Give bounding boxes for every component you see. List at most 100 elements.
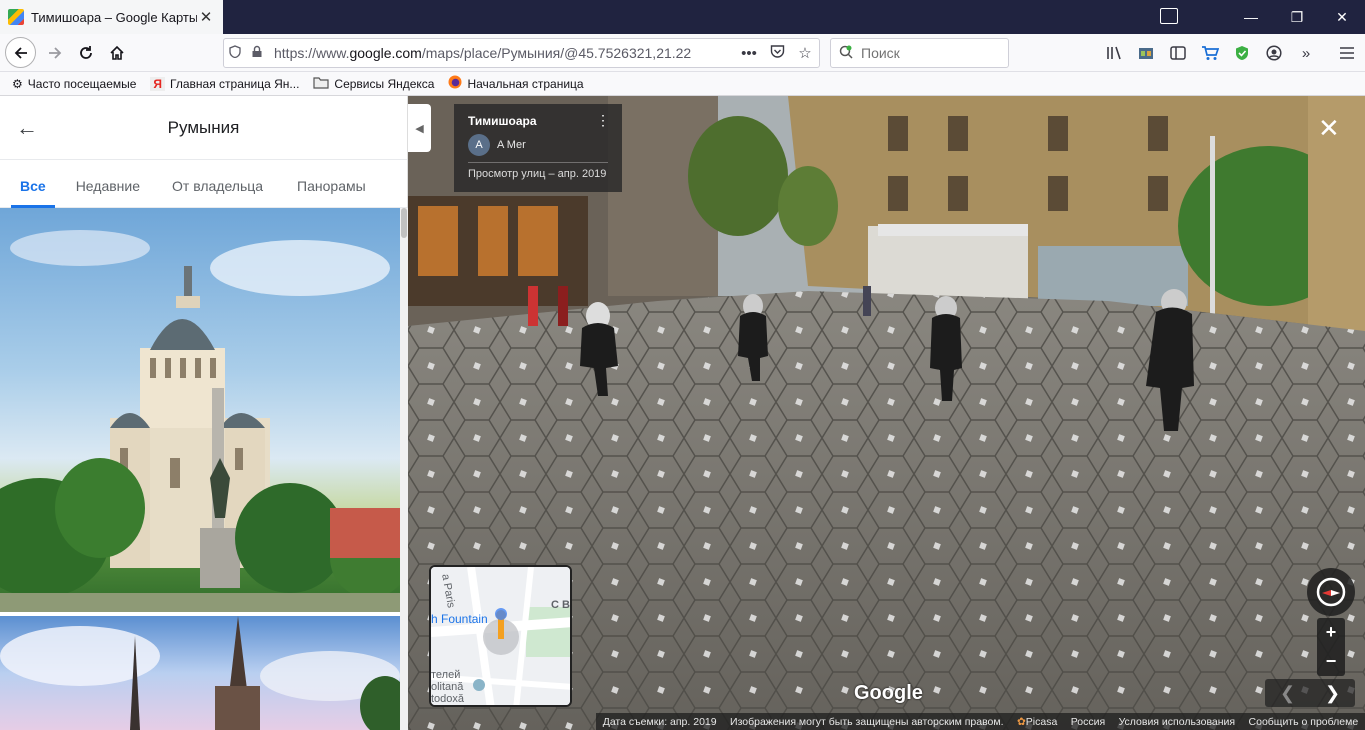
- addon-icon[interactable]: [1135, 42, 1157, 64]
- search-input[interactable]: Поиск: [830, 38, 1009, 68]
- location-info-card: Тимишоара A A Mer Просмотр улиц – апр. 2…: [454, 104, 622, 192]
- url-path: /maps/place/Румыния/@45.7526321,21.22: [421, 45, 692, 61]
- search-icon: [839, 45, 853, 62]
- search-placeholder: Поиск: [861, 45, 900, 61]
- cathedral-photo[interactable]: [0, 208, 400, 612]
- picasa-icon: ✿: [1016, 715, 1026, 728]
- url-text[interactable]: https://www.google.com/maps/place/Румыни…: [268, 45, 735, 61]
- home-button[interactable]: [102, 38, 132, 68]
- place-name[interactable]: Тимишоара: [468, 114, 608, 128]
- zoom-in-button[interactable]: +: [1317, 618, 1345, 647]
- back-button[interactable]: [5, 37, 36, 68]
- compass-needle: [1316, 577, 1346, 607]
- minimize-button[interactable]: —: [1228, 0, 1274, 34]
- zoom-control: + −: [1317, 618, 1345, 676]
- reload-button[interactable]: [71, 38, 101, 68]
- map-fountain-label: h Fountain: [431, 612, 488, 626]
- reload-icon: [80, 46, 92, 59]
- url-scheme: https://www.: [274, 45, 350, 61]
- back-arrow-icon[interactable]: ←: [16, 117, 38, 139]
- footer-picasa[interactable]: ✿Picasa: [1017, 716, 1057, 728]
- forward-arrow-icon: [49, 47, 62, 59]
- church-illustration: [0, 616, 400, 730]
- bookmark-star-icon[interactable]: ☆: [791, 44, 819, 62]
- capture-date: Просмотр улиц – апр. 2019: [468, 168, 607, 180]
- bookmark-item[interactable]: Начальная страница: [448, 75, 584, 92]
- cathedral-illustration: [0, 230, 400, 612]
- bookmark-item[interactable]: Сервисы Яндекса: [313, 76, 434, 92]
- footer-region[interactable]: Россия: [1071, 716, 1105, 728]
- sidebar-icon[interactable]: [1167, 42, 1189, 64]
- back-arrow-icon: [14, 46, 27, 59]
- url-domain: google.com: [349, 45, 422, 61]
- bookmark-label: Часто посещаемые: [27, 76, 137, 91]
- bookmark-item[interactable]: ⚙ Часто посещаемые: [12, 77, 136, 91]
- bookmark-label: Начальная страница: [467, 76, 584, 91]
- church-photo[interactable]: [0, 616, 400, 730]
- overflow-chevron-icon[interactable]: »: [1295, 42, 1317, 64]
- folder-icon: [313, 76, 330, 92]
- close-street-view-button[interactable]: ✕: [1318, 115, 1340, 141]
- compass-icon[interactable]: [1307, 568, 1355, 616]
- menu-icon[interactable]: [1336, 42, 1358, 64]
- home-icon: [110, 45, 124, 60]
- footer-copyright: Изображения могут быть защищены авторски…: [730, 715, 1004, 728]
- footer-terms-link[interactable]: Условия использования: [1119, 716, 1236, 728]
- photo-tabs: Все Недавние От владельца Панорамы: [0, 160, 407, 208]
- author-name: A Mer: [497, 139, 526, 151]
- maximize-button[interactable]: ❐: [1274, 0, 1320, 34]
- library-icon[interactable]: [1104, 42, 1126, 64]
- map-politana-label: olitană: [431, 681, 464, 693]
- mini-map[interactable]: a Paris С В h Fountain телей olitană tod…: [429, 565, 572, 707]
- cart-icon[interactable]: [1199, 42, 1221, 64]
- picasa-label: Picasa: [1025, 715, 1058, 728]
- adguard-shield-icon[interactable]: [1231, 42, 1253, 64]
- bookmark-label: Сервисы Яндекса: [334, 76, 435, 91]
- panel-header: ← Румыния: [0, 96, 407, 160]
- next-button[interactable]: ❯: [1310, 679, 1355, 707]
- photo-author[interactable]: A A Mer: [468, 134, 608, 156]
- bookmark-label: Главная страница Ян...: [170, 76, 300, 91]
- close-window-button[interactable]: ✕: [1319, 0, 1365, 34]
- panel-scrollbar[interactable]: [400, 208, 408, 730]
- url-bar[interactable]: https://www.google.com/maps/place/Румыни…: [223, 38, 820, 68]
- bookmarks-toolbar: ⚙ Часто посещаемые Я Главная страница Ян…: [0, 72, 1365, 96]
- street-view[interactable]: ◀ Тимишоара A A Mer Просмотр улиц – апр.…: [408, 96, 1365, 730]
- firefox-icon: [448, 75, 462, 92]
- shield-icon[interactable]: [224, 45, 246, 61]
- account-icon[interactable]: [1263, 42, 1285, 64]
- map-dox-label: todoxă: [431, 693, 465, 705]
- street-view-footer: Дата съемки: апр. 2019 Изображения могут…: [596, 713, 1365, 730]
- google-maps-icon: [8, 9, 24, 25]
- new-window-icon[interactable]: [1160, 8, 1178, 24]
- photo-nav-control: ❮ ❯: [1265, 679, 1355, 707]
- tab-close-icon[interactable]: ✕: [197, 8, 215, 26]
- tab-panoramas[interactable]: Панорамы: [288, 160, 375, 208]
- google-logo: Google: [854, 682, 923, 704]
- divider: [468, 162, 608, 163]
- bookmark-item[interactable]: Я Главная страница Ян...: [150, 76, 300, 91]
- avatar: A: [468, 134, 490, 156]
- scrollbar-thumb[interactable]: [401, 208, 407, 238]
- photos-panel: ← Румыния Все Недавние От владельца Пано…: [0, 96, 408, 730]
- collapse-panel-button[interactable]: ◀: [408, 104, 431, 152]
- page-actions-icon[interactable]: •••: [735, 45, 763, 62]
- more-options-icon[interactable]: ⋮: [596, 113, 610, 127]
- gear-icon: ⚙: [12, 76, 23, 91]
- footer-report-link[interactable]: Сообщить о проблеме: [1249, 716, 1359, 728]
- forward-button[interactable]: [40, 38, 70, 68]
- tab-title: Тимишоара – Google Карты: [31, 9, 197, 25]
- previous-button[interactable]: ❮: [1265, 679, 1310, 707]
- pocket-icon[interactable]: [763, 44, 791, 62]
- map-hotel-label: телей: [431, 669, 461, 681]
- panel-title: Румыния: [167, 117, 240, 137]
- browser-tab[interactable]: Тимишоара – Google Карты ✕: [0, 0, 223, 34]
- lock-icon[interactable]: [246, 45, 268, 61]
- yandex-icon: Я: [150, 76, 166, 91]
- zoom-out-button[interactable]: −: [1317, 647, 1345, 676]
- tab-all[interactable]: Все: [11, 160, 55, 208]
- tab-recent[interactable]: Недавние: [67, 160, 149, 208]
- footer-date: Дата съемки: апр. 2019: [602, 715, 717, 728]
- tab-owner[interactable]: От владельца: [163, 160, 272, 208]
- map-district-label: С В: [551, 599, 570, 611]
